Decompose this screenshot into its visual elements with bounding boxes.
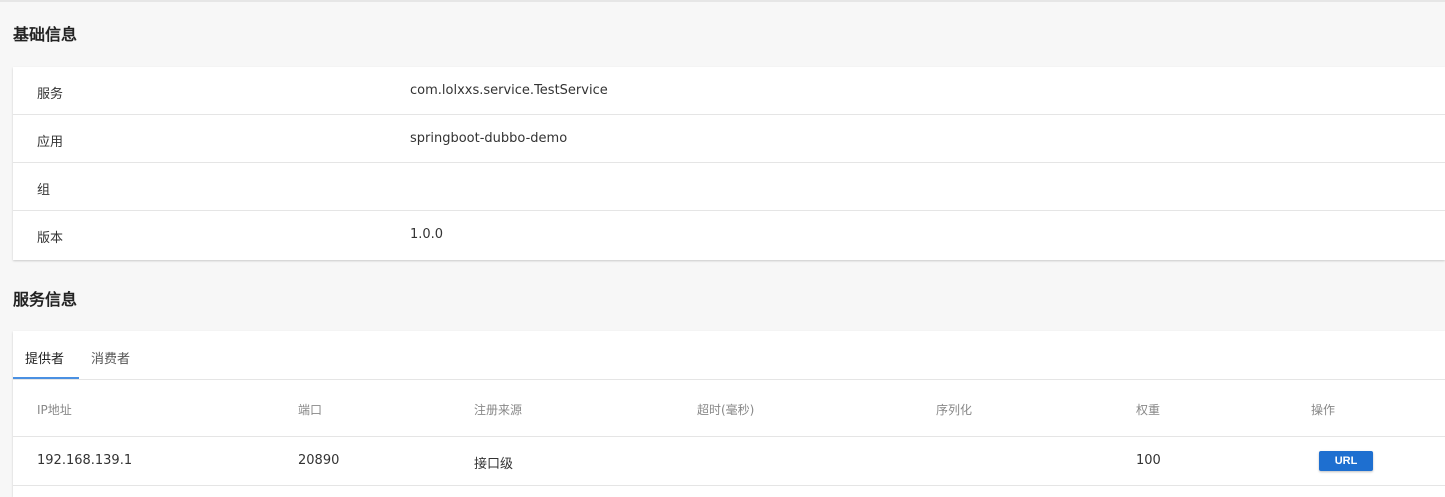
cell-weight: 100: [1136, 453, 1161, 468]
table-header: IP地址 端口 注册来源 超时(毫秒) 序列化 权重 操作: [13, 380, 1445, 437]
basic-info-card: 服务 com.lolxxs.service.TestService 应用 spr…: [13, 67, 1445, 260]
info-label: 版本: [37, 231, 64, 246]
tab-provider[interactable]: 提供者: [25, 348, 64, 367]
service-tabs: 提供者 消费者: [13, 331, 1445, 380]
service-info-title: 服务信息: [13, 290, 78, 309]
top-divider: [0, 0, 1445, 2]
column-header-weight: 权重: [1136, 403, 1161, 417]
cell-ip: 192.168.139.1: [37, 453, 133, 468]
info-row-service: 服务 com.lolxxs.service.TestService: [13, 67, 1445, 115]
column-header-serialization: 序列化: [936, 403, 973, 417]
column-header-source: 注册来源: [474, 403, 523, 417]
url-button[interactable]: URL: [1319, 451, 1373, 471]
info-value: com.lolxxs.service.TestService: [410, 83, 608, 98]
tab-consumer[interactable]: 消费者: [91, 348, 130, 367]
info-row-group: 组: [13, 163, 1445, 211]
cell-port: 20890: [298, 453, 340, 468]
info-row-application: 应用 springboot-dubbo-demo: [13, 115, 1445, 163]
column-header-action: 操作: [1311, 403, 1336, 417]
info-value: springboot-dubbo-demo: [410, 131, 568, 146]
info-value: 1.0.0: [410, 227, 444, 242]
cell-source: 接口级: [474, 457, 514, 472]
service-info-card: 提供者 消费者 IP地址 端口 注册来源 超时(毫秒) 序列化 权重 操作 19…: [13, 331, 1445, 497]
table-row: 192.168.139.1 20890 接口级 100 URL: [13, 437, 1445, 486]
info-row-version: 版本 1.0.0: [13, 211, 1445, 259]
info-label: 组: [37, 183, 51, 198]
column-header-port: 端口: [298, 403, 323, 417]
info-label: 服务: [37, 87, 64, 102]
column-header-ip: IP地址: [37, 403, 72, 417]
basic-info-title: 基础信息: [13, 25, 78, 44]
info-label: 应用: [37, 135, 64, 150]
active-tab-indicator: [13, 377, 79, 379]
column-header-timeout: 超时(毫秒): [697, 403, 755, 417]
